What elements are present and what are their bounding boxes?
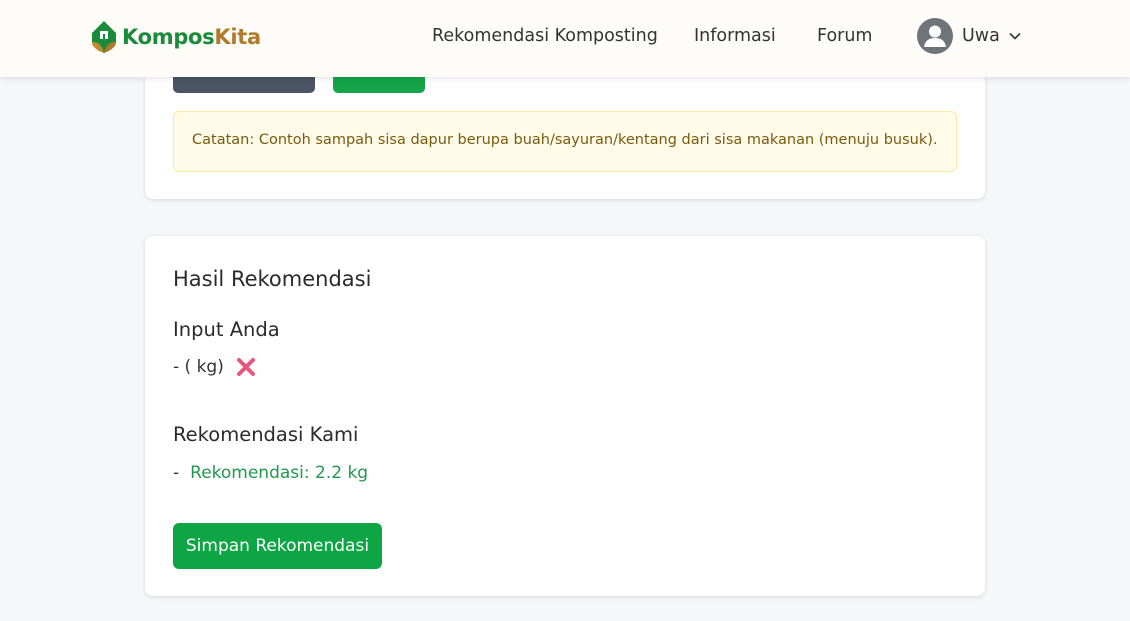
nav-link-forum[interactable]: Forum bbox=[817, 26, 872, 46]
chevron-down-icon bbox=[1009, 32, 1021, 40]
recommendation-item: - Rekomendasi: 2.2 kg bbox=[173, 463, 368, 483]
input-heading: Input Anda bbox=[173, 318, 280, 341]
input-item-text: - ( kg) bbox=[173, 357, 224, 377]
nav-link-informasi[interactable]: Informasi bbox=[694, 26, 776, 46]
remove-x-icon[interactable] bbox=[236, 357, 256, 377]
user-avatar-icon bbox=[917, 18, 953, 54]
save-recommendation-button[interactable]: Simpan Rekomendasi bbox=[173, 523, 382, 569]
nav-link-rekomendasi[interactable]: Rekomendasi Komposting bbox=[432, 26, 658, 46]
recommendation-value: Rekomendasi: 2.2 kg bbox=[190, 463, 369, 483]
recommendation-dash: - bbox=[173, 463, 180, 483]
brand-name-part2: Kita bbox=[214, 25, 261, 49]
user-menu[interactable]: Uwa bbox=[917, 18, 1021, 54]
navbar: KomposKita Rekomendasi Komposting Inform… bbox=[0, 0, 1130, 77]
input-item: - ( kg) bbox=[173, 357, 256, 377]
note-box: Catatan: Contoh sampah sisa dapur berupa… bbox=[173, 111, 957, 172]
user-name: Uwa bbox=[962, 26, 1000, 46]
result-title: Hasil Rekomendasi bbox=[173, 267, 372, 291]
logo-house-leaf-icon bbox=[92, 21, 116, 53]
brand-logo[interactable]: KomposKita bbox=[90, 19, 261, 55]
result-card: Hasil Rekomendasi Input Anda - ( kg) Rek… bbox=[145, 236, 985, 596]
brand-name-part1: Kompos bbox=[122, 25, 215, 49]
recommendation-heading: Rekomendasi Kami bbox=[173, 423, 359, 446]
